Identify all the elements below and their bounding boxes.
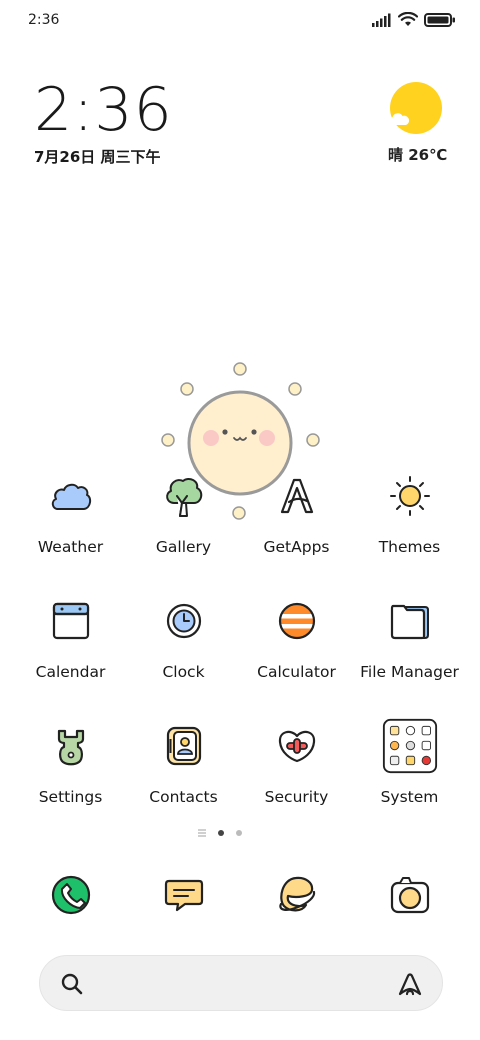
folder-icon xyxy=(382,593,438,649)
status-icons xyxy=(372,12,456,27)
cloud-icon xyxy=(43,468,99,524)
app-weather[interactable]: Weather xyxy=(14,466,127,591)
page-dot[interactable] xyxy=(236,830,242,836)
app-grid: Weather Gallery GetApps Themes Calendar … xyxy=(14,466,466,841)
weather-widget[interactable]: 晴 26℃ xyxy=(388,82,448,165)
app-clock[interactable]: Clock xyxy=(127,591,240,716)
sun-icon xyxy=(382,468,438,524)
page-dot-active[interactable] xyxy=(218,830,224,836)
sunny-weather-icon xyxy=(389,82,442,134)
app-themes[interactable]: Themes xyxy=(353,466,466,591)
app-label: File Manager xyxy=(360,663,459,681)
app-label: Contacts xyxy=(149,788,218,806)
app-label: Security xyxy=(264,788,329,806)
clock-time: 2:36 xyxy=(34,75,173,145)
dock xyxy=(14,865,466,923)
menu-lines-icon xyxy=(198,829,206,837)
dock-messages[interactable] xyxy=(127,865,240,923)
app-label: System xyxy=(380,788,439,806)
page-indicator[interactable] xyxy=(198,829,242,837)
tree-icon xyxy=(156,468,212,524)
search-bar[interactable] xyxy=(39,955,443,1011)
clock-date: 7月26日 周三下午 xyxy=(34,148,161,166)
app-label: Clock xyxy=(162,663,205,681)
app-label: Calendar xyxy=(35,663,106,681)
calendar-icon xyxy=(43,593,99,649)
app-label: Gallery xyxy=(155,538,212,556)
app-file-manager[interactable]: File Manager xyxy=(353,591,466,716)
app-calculator[interactable]: Calculator xyxy=(240,591,353,716)
app-settings[interactable]: Settings xyxy=(14,716,127,841)
calculator-icon xyxy=(269,593,325,649)
system-folder-icon xyxy=(382,718,438,774)
phone-icon xyxy=(43,867,99,923)
app-contacts[interactable]: Contacts xyxy=(127,716,240,841)
wifi-icon xyxy=(398,12,418,26)
dock-browser[interactable] xyxy=(240,865,353,923)
security-icon xyxy=(269,718,325,774)
app-row: Calendar Clock Calculator File Manager xyxy=(14,591,466,716)
app-row: Weather Gallery GetApps Themes xyxy=(14,466,466,591)
app-label: GetApps xyxy=(263,538,330,556)
app-system-folder[interactable]: System xyxy=(353,716,466,841)
app-calendar[interactable]: Calendar xyxy=(14,591,127,716)
search-icon[interactable] xyxy=(60,972,84,996)
status-bar: 2:36 xyxy=(0,0,480,42)
camera-icon xyxy=(382,867,438,923)
app-row: Settings Contacts Security System xyxy=(14,716,466,841)
signal-icon xyxy=(372,13,391,27)
battery-icon xyxy=(424,12,455,27)
app-gallery[interactable]: Gallery xyxy=(127,466,240,591)
contacts-icon xyxy=(156,718,212,774)
clock-icon xyxy=(156,593,212,649)
app-security[interactable]: Security xyxy=(240,716,353,841)
settings-icon xyxy=(43,718,99,774)
browser-icon xyxy=(269,867,325,923)
dock-camera[interactable] xyxy=(353,865,466,923)
app-label: Calculator xyxy=(257,663,336,681)
dock-phone[interactable] xyxy=(14,865,127,923)
weather-condition-temp: 晴 26℃ xyxy=(388,146,448,164)
app-label: Weather xyxy=(37,538,104,556)
assistant-icon[interactable] xyxy=(396,970,424,998)
app-label: Settings xyxy=(38,788,103,806)
getapps-a-icon xyxy=(269,468,325,524)
app-label: Themes xyxy=(378,538,441,556)
messages-icon xyxy=(156,867,212,923)
app-getapps[interactable]: GetApps xyxy=(240,466,353,591)
clock-widget[interactable]: 2:36 7月26日 周三下午 xyxy=(34,78,173,167)
status-time: 2:36 xyxy=(28,12,60,28)
